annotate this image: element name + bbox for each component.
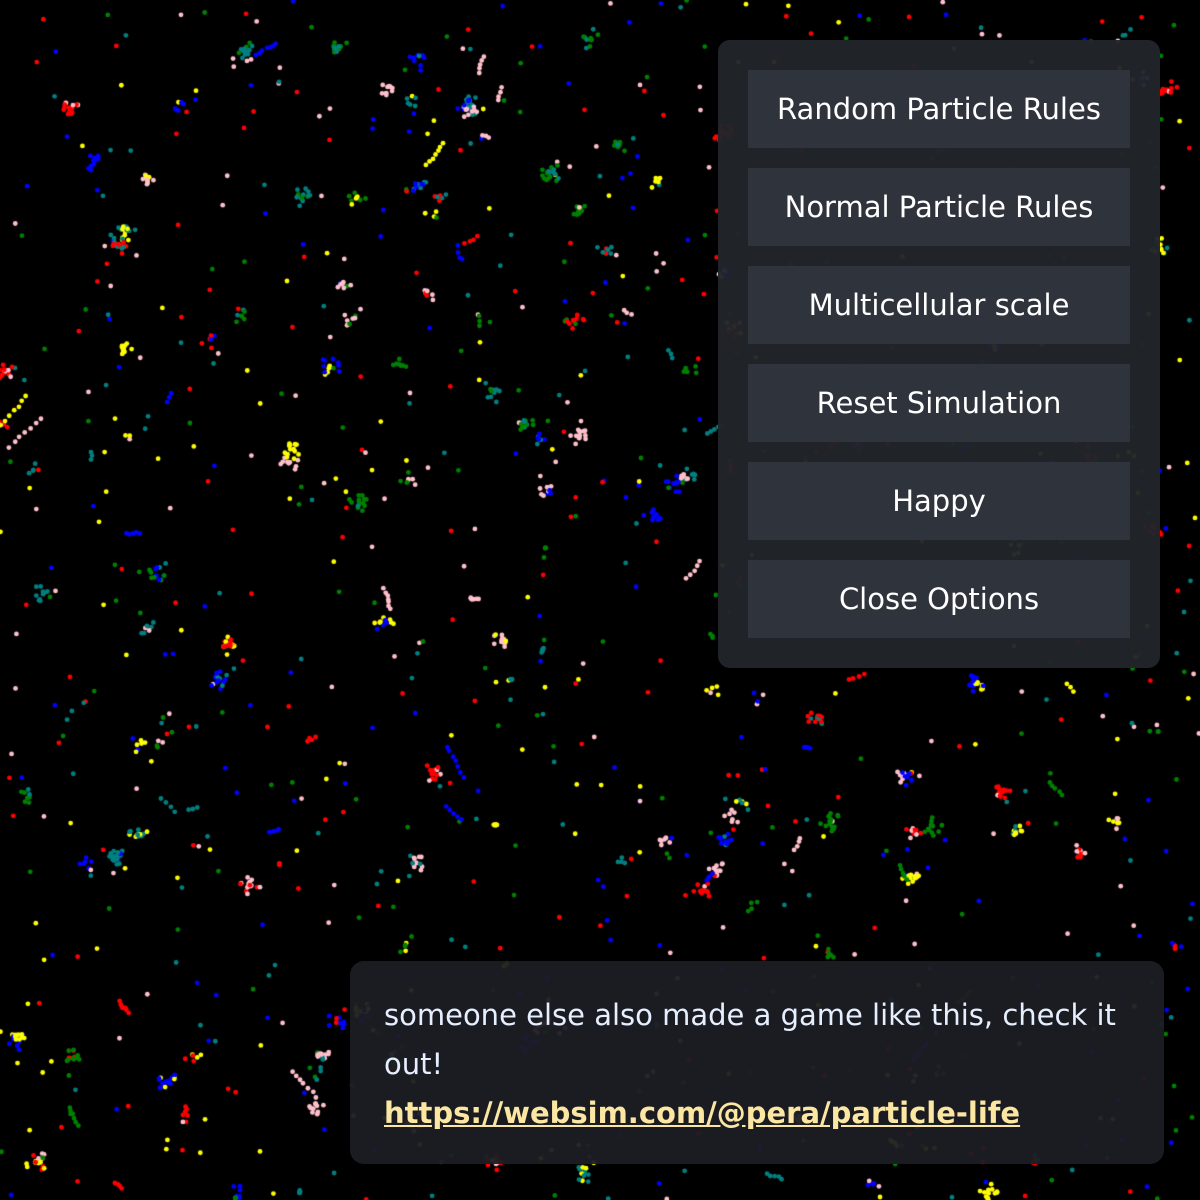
- happy-button[interactable]: Happy: [748, 462, 1130, 540]
- simulation-stage: Random Particle Rules Normal Particle Ru…: [0, 0, 1200, 1200]
- message-text: someone else also made a game like this,…: [384, 998, 1116, 1081]
- close-options-button[interactable]: Close Options: [748, 560, 1130, 638]
- multicellular-scale-button[interactable]: Multicellular scale: [748, 266, 1130, 344]
- message-box: someone else also made a game like this,…: [350, 961, 1164, 1164]
- options-panel: Random Particle Rules Normal Particle Ru…: [718, 40, 1160, 668]
- random-particle-rules-button[interactable]: Random Particle Rules: [748, 70, 1130, 148]
- normal-particle-rules-button[interactable]: Normal Particle Rules: [748, 168, 1130, 246]
- message-link[interactable]: https://websim.com/@pera/particle-life: [384, 1089, 1020, 1138]
- reset-simulation-button[interactable]: Reset Simulation: [748, 364, 1130, 442]
